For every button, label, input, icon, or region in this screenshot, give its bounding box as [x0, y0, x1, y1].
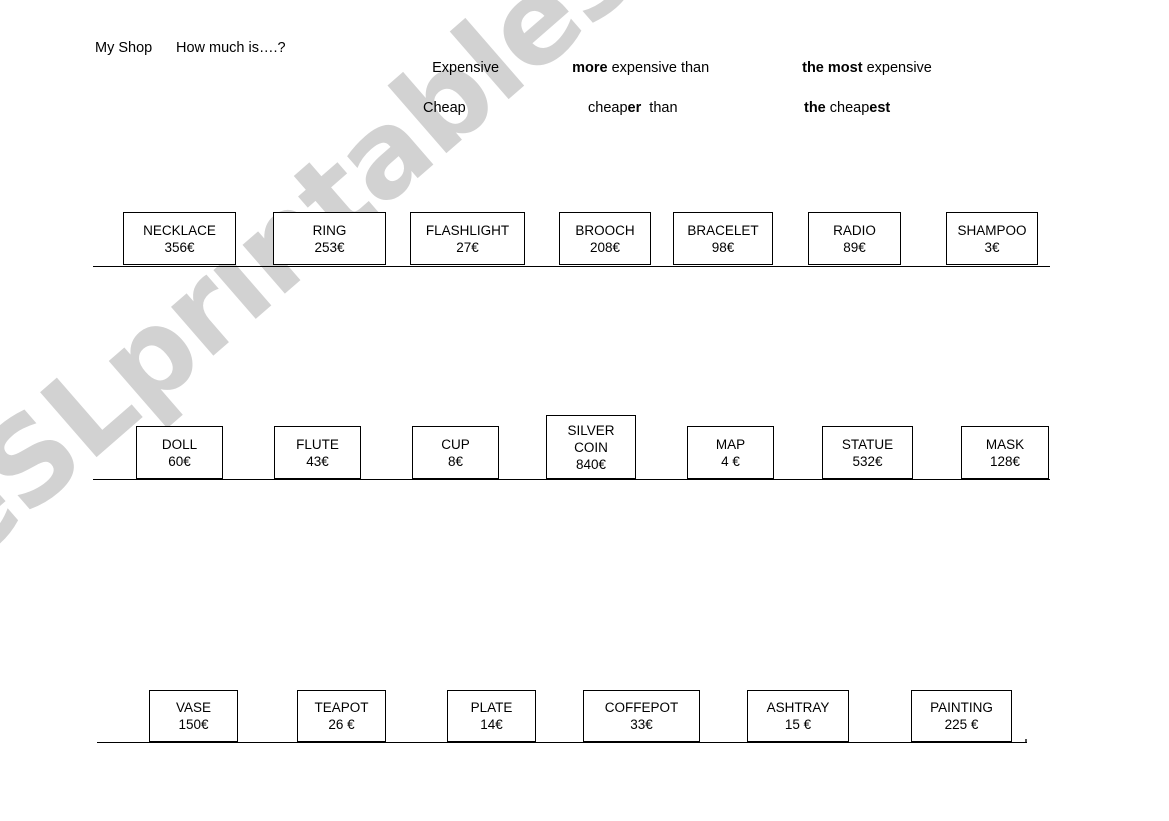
- item-card[interactable]: STATUE 532€: [822, 426, 913, 479]
- item-name: RADIO: [833, 222, 876, 238]
- comparative-cheap: cheap: [588, 100, 628, 116]
- comparative-line-2: cheaper than: [556, 98, 709, 118]
- item-card[interactable]: SILVER COIN 840€: [546, 415, 636, 479]
- adjective-cheap: Cheap: [423, 100, 466, 116]
- item-card[interactable]: TEAPOT 26 €: [297, 690, 386, 742]
- item-price: 43€: [306, 453, 329, 469]
- superlative-the: the: [804, 100, 826, 116]
- item-name: FLASHLIGHT: [425, 222, 510, 238]
- item-card[interactable]: PAINTING 225 €: [911, 690, 1012, 742]
- how-much-prompt: How much is….?: [176, 40, 286, 56]
- item-name: SHAMPOO: [957, 222, 1027, 238]
- item-price: 60€: [168, 453, 191, 469]
- item-price: 150€: [178, 717, 209, 732]
- item-card[interactable]: MAP 4 €: [687, 426, 774, 479]
- item-card[interactable]: RING 253€: [273, 212, 386, 265]
- item-name: BRACELET: [687, 222, 759, 238]
- item-card[interactable]: RADIO 89€: [808, 212, 901, 265]
- item-price: 356€: [164, 239, 195, 255]
- superlative-column: the most expensive the cheapest: [786, 38, 932, 158]
- shop-title: My Shop: [95, 40, 153, 56]
- ink-speck: [1025, 739, 1027, 742]
- item-name: STATUE: [841, 436, 894, 452]
- shelf-line-2: [93, 479, 1050, 480]
- item-price: 26 €: [328, 717, 355, 732]
- worksheet-page: eSLprintables.com My Shop How much is….?…: [0, 0, 1169, 821]
- item-name: DOLL: [161, 436, 198, 452]
- item-name: ASHTRAY: [766, 700, 830, 715]
- superlative-cheap: cheap: [825, 100, 870, 116]
- item-card[interactable]: SHAMPOO 3€: [946, 212, 1038, 265]
- item-card[interactable]: FLUTE 43€: [274, 426, 361, 479]
- comparative-more: more: [572, 60, 608, 76]
- adjective-expensive: Expensive: [432, 60, 500, 76]
- item-name: RING: [312, 222, 347, 238]
- item-price: 27€: [456, 239, 479, 255]
- item-price: 33€: [630, 717, 653, 732]
- item-name: TEAPOT: [314, 700, 369, 715]
- item-price: 128€: [989, 453, 1021, 469]
- superlative-expensive: expensive: [862, 60, 932, 76]
- comparative-column: more expensive than cheaper than: [556, 38, 709, 158]
- superlative-est-suffix: est: [869, 100, 891, 116]
- item-name: VASE: [175, 700, 211, 715]
- item-price: 98€: [711, 239, 735, 255]
- superlative-line-1: the most expensive: [802, 60, 932, 76]
- comparative-than: than: [641, 100, 678, 116]
- item-name: BROOCH: [575, 222, 635, 238]
- item-name: MASK: [985, 436, 1025, 452]
- item-price: 89€: [843, 239, 866, 255]
- item-price: 15 €: [784, 717, 812, 732]
- item-card[interactable]: PLATE 14€: [447, 690, 536, 742]
- item-name: CUP: [441, 436, 470, 452]
- comparative-er-suffix: er: [627, 100, 642, 116]
- item-card[interactable]: DOLL 60€: [136, 426, 223, 479]
- item-card[interactable]: CUP 8€: [412, 426, 499, 479]
- item-price: 840€: [575, 456, 607, 472]
- item-name: MAP: [715, 436, 746, 452]
- item-card[interactable]: ASHTRAY 15 €: [747, 690, 849, 742]
- item-price: 225 €: [944, 717, 979, 732]
- adjective-column: Expensive Cheap: [416, 38, 499, 158]
- item-card[interactable]: FLASHLIGHT 27€: [410, 212, 525, 265]
- item-price: 4 €: [721, 453, 740, 469]
- item-price: 253€: [314, 239, 345, 255]
- comparative-line-1: more expensive than: [572, 60, 709, 76]
- item-name: NECKLACE: [143, 222, 216, 238]
- item-price: 532€: [852, 453, 883, 469]
- item-price: 3€: [984, 239, 1000, 255]
- item-card[interactable]: BROOCH 208€: [559, 212, 651, 265]
- item-name: FLUTE: [296, 436, 339, 452]
- item-card[interactable]: NECKLACE 356€: [123, 212, 236, 265]
- item-name: COFFEPOT: [604, 700, 679, 715]
- item-card[interactable]: BRACELET 98€: [673, 212, 773, 265]
- item-name: PLATE: [470, 700, 513, 715]
- item-price: 14€: [480, 717, 503, 732]
- shelf-line-3: [97, 742, 1027, 743]
- comparative-expensive-than: expensive than: [607, 60, 710, 76]
- item-price: 8€: [447, 453, 464, 469]
- item-name: PAINTING: [930, 700, 993, 715]
- item-price: 208€: [589, 239, 621, 255]
- item-card[interactable]: MASK 128€: [961, 426, 1049, 479]
- item-card[interactable]: VASE 150€: [149, 690, 238, 742]
- item-card[interactable]: COFFEPOT 33€: [583, 690, 700, 742]
- superlative-the-most: the most: [802, 60, 863, 76]
- item-name: SILVER COIN: [567, 422, 615, 455]
- superlative-line-2: the cheapest: [786, 98, 932, 118]
- shelf-line-1: [93, 266, 1050, 267]
